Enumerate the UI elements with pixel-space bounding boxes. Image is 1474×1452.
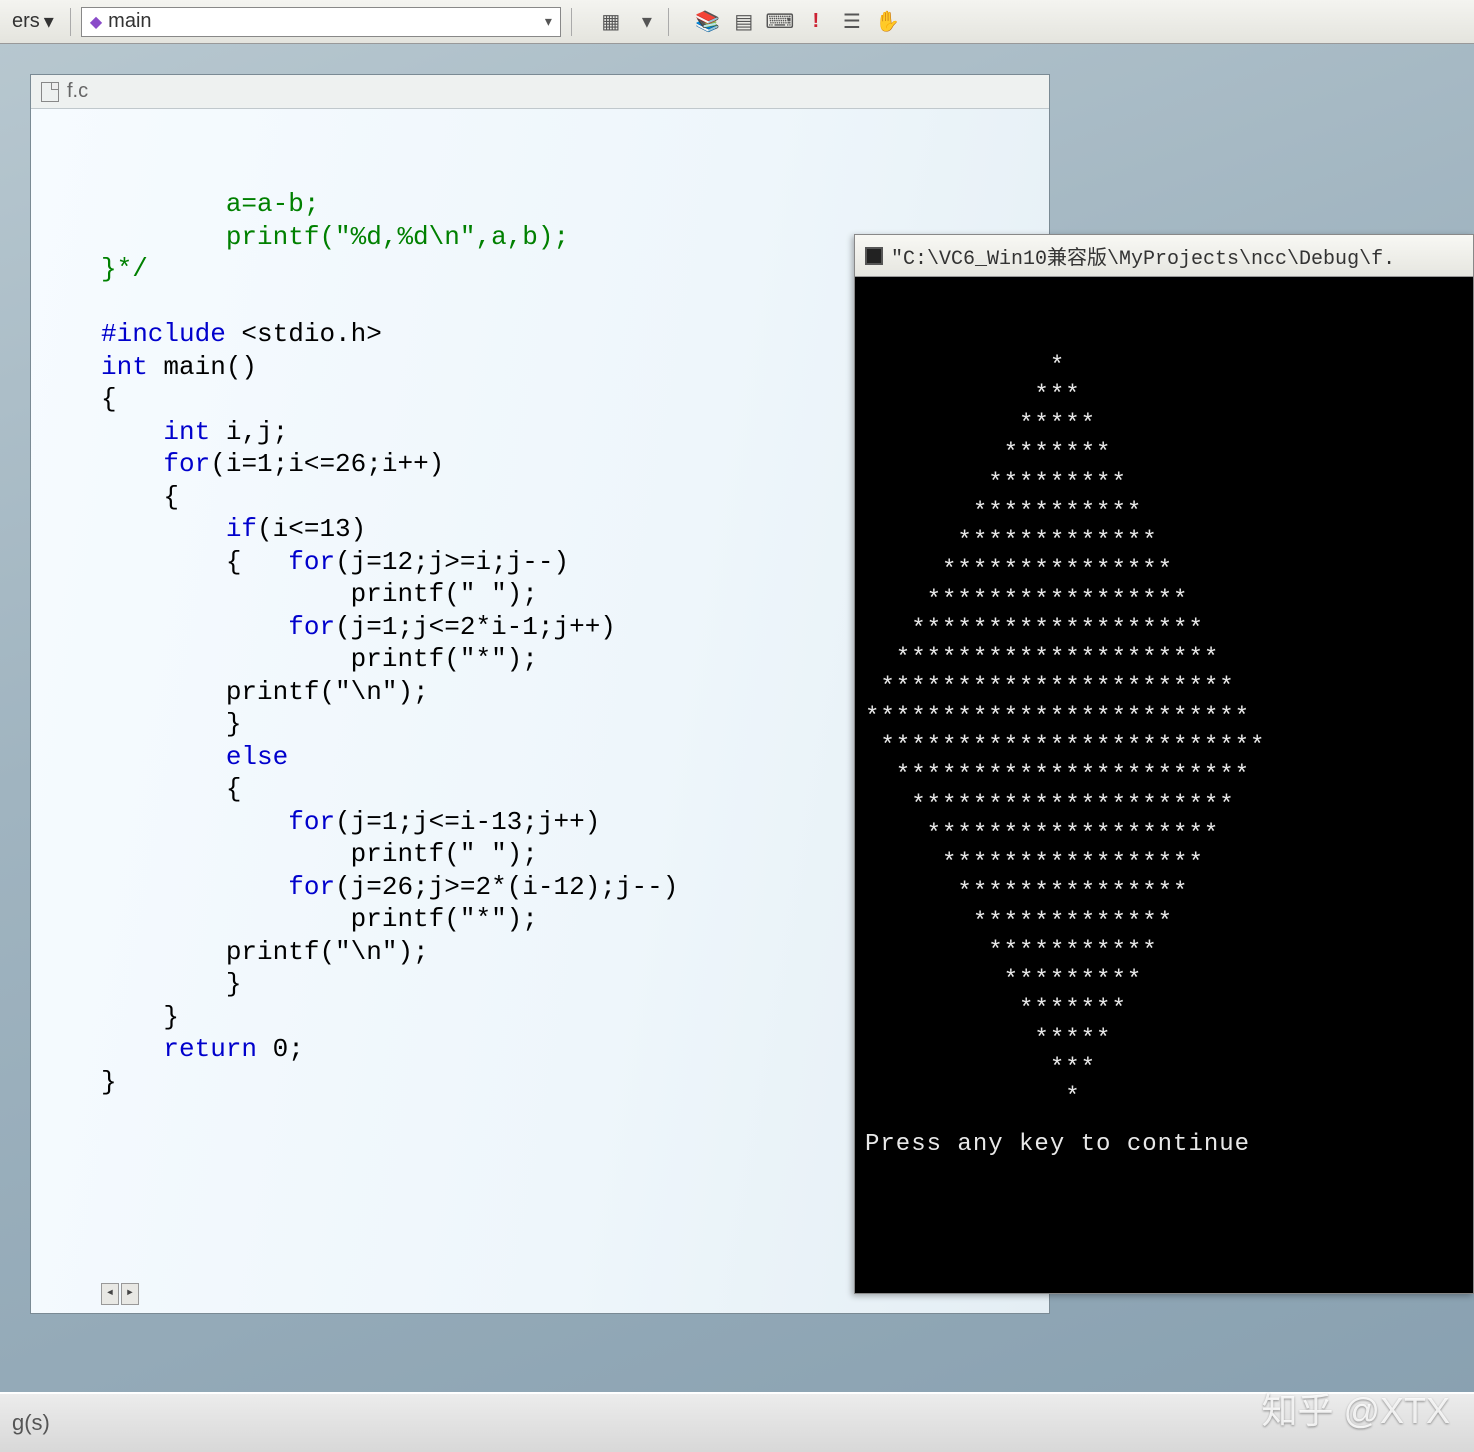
console-window: "C:\VC6_Win10兼容版\MyProjects\ncc\Debug\f.… <box>854 234 1474 1294</box>
console-row: * <box>865 1083 1463 1112</box>
console-output: * *** ***** ******* ********* **********… <box>855 277 1473 1293</box>
function-combo-text: main <box>108 10 151 33</box>
console-row: ***************** <box>865 849 1463 878</box>
watermark: 知乎 @XTX <box>1261 1382 1450 1434</box>
hand-icon[interactable]: ✋ <box>877 11 899 33</box>
console-row: ******************* <box>865 820 1463 849</box>
grid-icon[interactable]: ▤ <box>733 11 755 33</box>
caret-down-icon: ▾ <box>545 13 552 30</box>
exclamation-icon[interactable]: ! <box>805 11 827 33</box>
console-row: ************************* <box>865 732 1463 761</box>
books-icon[interactable]: 📚 <box>697 11 719 33</box>
console-row: *********** <box>865 498 1463 527</box>
toolbar-separator <box>70 8 71 36</box>
file-icon <box>41 82 59 102</box>
press-any-key: Press any key to continue <box>865 1130 1463 1159</box>
scroll-right-icon[interactable]: ▸ <box>121 1283 139 1305</box>
keyboard-icon[interactable]: ⌨ <box>769 11 791 33</box>
scroll-left-icon[interactable]: ◂ <box>101 1283 119 1305</box>
list-icon[interactable]: ☰ <box>841 11 863 33</box>
console-row: ********************* <box>865 791 1463 820</box>
function-combo[interactable]: ◆ main ▾ <box>81 7 561 37</box>
class-dropdown[interactable]: ers ▾ <box>6 7 60 37</box>
layout-icon[interactable]: ▦ <box>600 11 622 33</box>
console-row: ***** <box>865 410 1463 439</box>
toolbar-icons-left: ▦ ▾ <box>600 11 658 33</box>
console-row: *** <box>865 1054 1463 1083</box>
code-line: a=a-b; <box>101 188 1039 221</box>
caret-down-icon: ▾ <box>44 9 54 34</box>
console-row: ******* <box>865 995 1463 1024</box>
console-row: *********************** <box>865 673 1463 702</box>
console-row: ********* <box>865 966 1463 995</box>
console-icon <box>865 247 883 265</box>
console-row: ************* <box>865 527 1463 556</box>
dropdown-caret-icon[interactable]: ▾ <box>636 11 658 33</box>
console-row: *********** <box>865 937 1463 966</box>
horizontal-scroll[interactable]: ◂ ▸ <box>101 1283 141 1305</box>
console-row: ***************** <box>865 586 1463 615</box>
console-row: *************** <box>865 878 1463 907</box>
toolbar-separator <box>668 8 669 36</box>
console-row: *************** <box>865 556 1463 585</box>
console-row: * <box>865 352 1463 381</box>
console-row: *** <box>865 381 1463 410</box>
editor-filename: f.c <box>67 80 88 103</box>
console-titlebar[interactable]: "C:\VC6_Win10兼容版\MyProjects\ncc\Debug\f. <box>855 235 1473 277</box>
console-row: ********************* <box>865 644 1463 673</box>
status-bar: g(s) <box>0 1392 1474 1452</box>
console-row: ******************* <box>865 615 1463 644</box>
console-row: ************************* <box>865 703 1463 732</box>
console-row: ************* <box>865 908 1463 937</box>
toolbar-separator <box>571 8 572 36</box>
class-dropdown-label: ers <box>12 10 40 33</box>
console-row: *********************** <box>865 761 1463 790</box>
diamond-icon: ◆ <box>90 12 102 32</box>
console-title-text: "C:\VC6_Win10兼容版\MyProjects\ncc\Debug\f. <box>891 241 1395 271</box>
toolbar-icons-right: 📚 ▤ ⌨ ! ☰ ✋ <box>697 11 899 33</box>
console-row: ******* <box>865 439 1463 468</box>
editor-tabstrip: f.c <box>31 75 1049 109</box>
status-text: g(s) <box>12 1410 50 1436</box>
ide-toolbar: ers ▾ ◆ main ▾ ▦ ▾ 📚 ▤ ⌨ ! ☰ ✋ <box>0 0 1474 44</box>
console-row: ********* <box>865 469 1463 498</box>
console-row: ***** <box>865 1025 1463 1054</box>
desktop-area: f.c a=a-b; printf("%d,%d\n",a,b);}*/ #in… <box>0 44 1474 1452</box>
